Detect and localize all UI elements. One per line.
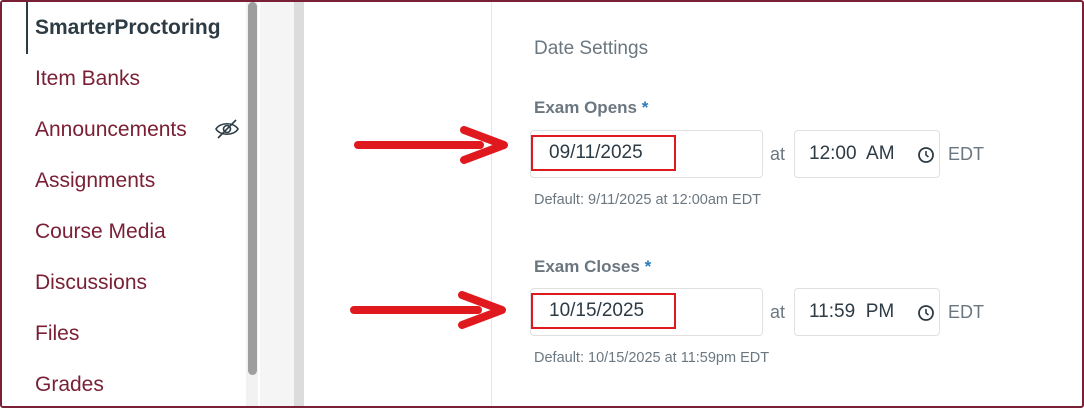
exam-opens-timezone: EDT xyxy=(948,144,984,164)
required-marker: * xyxy=(641,98,649,117)
exam-opens-time-input[interactable]: 12:00 AM xyxy=(794,130,940,178)
exam-closes-label-text: Exam Closes xyxy=(534,257,640,276)
exam-closes-date-value: 10/15/2025 xyxy=(549,300,645,321)
at-label: at xyxy=(770,144,786,164)
clock-icon[interactable] xyxy=(917,146,935,164)
exam-opens-label-text: Exam Opens xyxy=(534,98,637,117)
exam-opens-default-hint: Default: 9/11/2025 at 12:00am EDT xyxy=(534,192,762,208)
layout-gutter xyxy=(260,2,294,406)
eye-slash-icon[interactable] xyxy=(214,118,240,140)
exam-opens-date-value: 09/11/2025 xyxy=(549,142,643,163)
nav-item-banks[interactable]: Item Banks xyxy=(35,67,140,91)
sidebar-scrollbar-thumb[interactable] xyxy=(248,2,257,375)
exam-closes-date-input[interactable]: 10/15/2025 xyxy=(530,288,763,336)
nav-grades[interactable]: Grades xyxy=(35,373,104,397)
exam-closes-default-hint: Default: 10/15/2025 at 11:59pm EDT xyxy=(534,350,770,366)
annotation-arrow-opens xyxy=(354,126,508,164)
exam-opens-date-input[interactable]: 09/11/2025 xyxy=(530,130,763,178)
nav-assignments[interactable]: Assignments xyxy=(35,169,155,193)
content-divider xyxy=(491,2,492,406)
at-label: at xyxy=(770,302,786,322)
exam-opens-label: Exam Opens * xyxy=(534,98,648,118)
exam-closes-timezone: EDT xyxy=(948,302,984,322)
nav-files[interactable]: Files xyxy=(35,322,79,346)
nav-announcements[interactable]: Announcements xyxy=(35,118,187,142)
exam-closes-label: Exam Closes * xyxy=(534,257,651,277)
app-frame: SmarterProctoring Item Banks Announcemen… xyxy=(0,0,1084,408)
nav-course-media[interactable]: Course Media xyxy=(35,220,166,244)
nav-smarterproctoring[interactable]: SmarterProctoring xyxy=(35,16,221,40)
nav-discussions[interactable]: Discussions xyxy=(35,271,147,295)
exam-closes-time-input[interactable]: 11:59 PM xyxy=(794,288,940,336)
date-settings-title: Date Settings xyxy=(534,38,649,59)
layout-divider xyxy=(294,2,304,406)
course-navigation: SmarterProctoring Item Banks Announcemen… xyxy=(2,2,260,406)
required-marker: * xyxy=(644,257,652,276)
exam-closes-time-value: 11:59 PM xyxy=(809,301,895,322)
active-indicator xyxy=(26,2,28,54)
clock-icon[interactable] xyxy=(917,304,935,322)
annotation-arrow-closes xyxy=(350,291,506,329)
exam-opens-time-value: 12:00 AM xyxy=(809,143,895,164)
